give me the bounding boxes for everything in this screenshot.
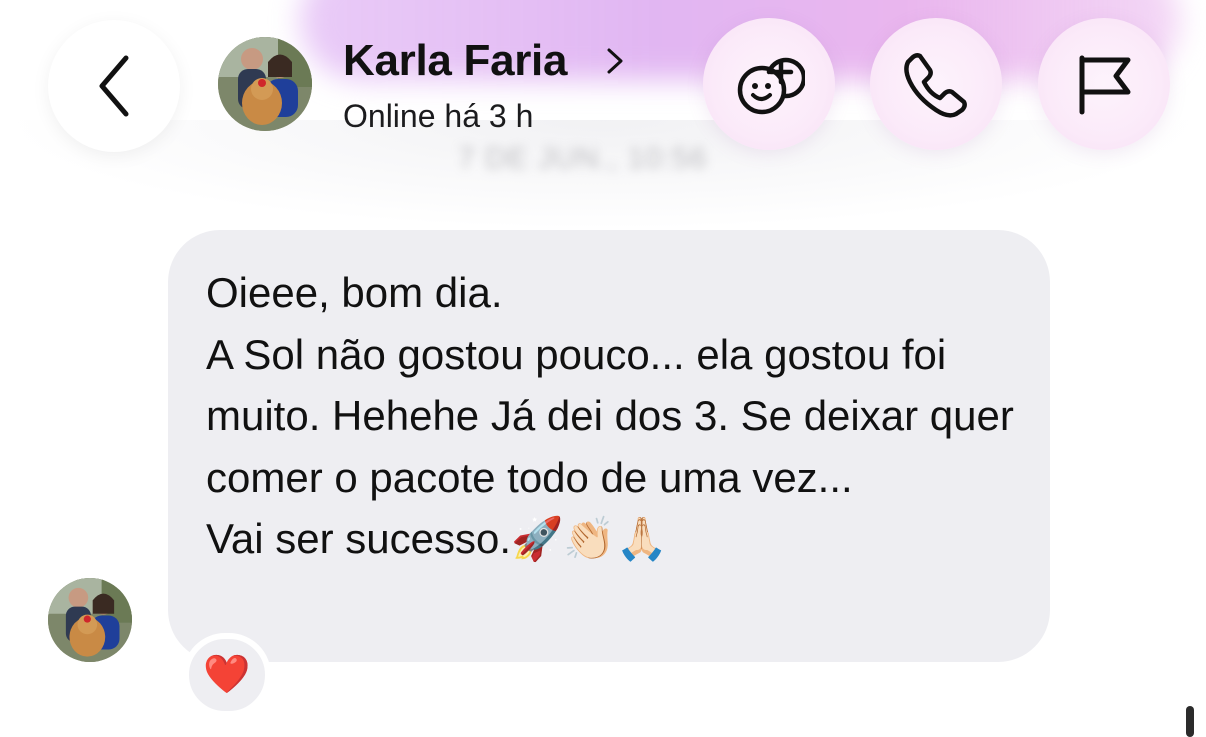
message-text: Oieee, bom dia. A Sol não gostou pouco..… [206, 269, 1014, 562]
sender-avatar[interactable] [48, 578, 132, 662]
chevron-left-icon [99, 55, 129, 117]
contact-avatar[interactable] [218, 37, 312, 131]
call-button[interactable] [870, 18, 1002, 150]
phone-icon [904, 53, 967, 118]
contact-name[interactable]: Karla Faria [343, 36, 567, 86]
online-status: Online há 3 h [343, 98, 534, 134]
scrollbar[interactable] [1186, 706, 1194, 737]
smiley-plus-icon [737, 57, 805, 115]
heart-reaction[interactable]: ❤️ [183, 633, 271, 717]
heart-icon: ❤️ [203, 654, 251, 696]
date-divider: 7 DE JUN., 10:56 [458, 142, 708, 175]
effects-button[interactable] [703, 18, 835, 150]
back-button[interactable] [48, 20, 180, 152]
flag-icon [1079, 55, 1131, 115]
chevron-right-icon[interactable] [604, 46, 626, 76]
report-button[interactable] [1038, 18, 1170, 150]
